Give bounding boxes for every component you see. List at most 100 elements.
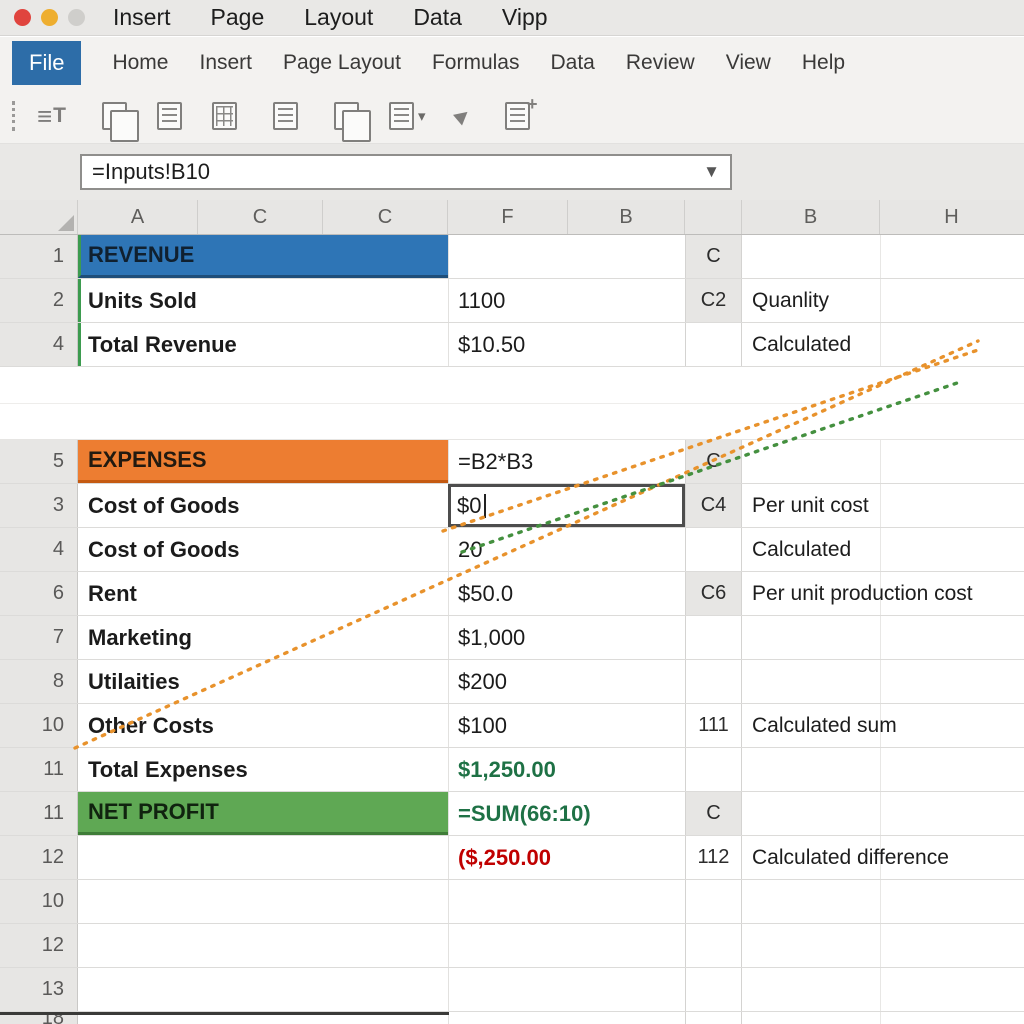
tab-view[interactable]: View (726, 51, 771, 75)
cell-value[interactable] (448, 924, 685, 967)
chevron-down-icon[interactable]: ▾ (418, 107, 426, 125)
column-header-f[interactable]: F (448, 200, 568, 234)
cell-value[interactable]: =B2*B3 (448, 440, 685, 483)
cell-h[interactable] (880, 440, 1024, 483)
columns-icon[interactable] (334, 102, 359, 130)
cell-note[interactable] (742, 792, 880, 835)
sort-text-icon[interactable]: ≡T (37, 103, 66, 129)
cell-net-profit-header[interactable]: NET PROFIT (78, 792, 448, 835)
menu-insert[interactable]: Insert (113, 4, 171, 31)
row-header[interactable]: 4 (0, 528, 78, 571)
cell-note[interactable] (742, 748, 880, 791)
cell-value[interactable]: 1100 (448, 279, 685, 322)
cell-value[interactable]: $10.50 (448, 323, 685, 366)
cell-code[interactable]: C2 (685, 279, 742, 322)
cell-label[interactable]: Marketing (78, 616, 448, 659)
row-header[interactable]: 13 (0, 968, 78, 1011)
column-header-c2[interactable]: C (323, 200, 448, 234)
row-header[interactable]: 1 (0, 235, 78, 278)
cell-note[interactable]: Calculated sum (742, 704, 880, 747)
cell-value[interactable] (448, 235, 685, 278)
select-all-corner[interactable] (0, 200, 78, 234)
cell-label[interactable]: Units Sold (78, 279, 448, 322)
pointer-icon[interactable] (453, 106, 472, 125)
cell-h[interactable] (880, 235, 1024, 278)
menu-layout[interactable]: Layout (304, 4, 373, 31)
cell-note[interactable]: Calculated (742, 323, 880, 366)
cell-label[interactable] (78, 924, 448, 967)
cell-label[interactable]: Other Costs (78, 704, 448, 747)
close-window-button[interactable] (14, 9, 31, 26)
tab-review[interactable]: Review (626, 51, 695, 75)
row-header[interactable]: 5 (0, 440, 78, 483)
copy-icon[interactable] (157, 102, 182, 130)
column-header-a[interactable]: A (78, 200, 198, 234)
formula-dropdown-icon[interactable]: ▼ (703, 162, 720, 182)
cell-h[interactable] (880, 484, 1024, 527)
cell-code[interactable] (685, 880, 742, 923)
column-header-b1[interactable]: B (568, 200, 685, 234)
menu-data[interactable]: Data (413, 4, 462, 31)
cell-code[interactable]: C (685, 235, 742, 278)
cell-code[interactable] (685, 968, 742, 1011)
cell-h[interactable] (880, 924, 1024, 967)
cell-note[interactable]: Per unit production cost (742, 572, 880, 615)
cell-note[interactable] (742, 440, 880, 483)
row-header[interactable]: 2 (0, 279, 78, 322)
cell-code[interactable] (685, 528, 742, 571)
cell-value[interactable]: =SUM(66:10) (448, 792, 685, 835)
cell-h[interactable] (880, 660, 1024, 703)
cell-h[interactable] (880, 748, 1024, 791)
cell-h[interactable] (880, 1012, 1024, 1024)
cell-h[interactable] (880, 323, 1024, 366)
cell-note[interactable] (742, 235, 880, 278)
column-header-h[interactable]: H (880, 200, 1023, 234)
cell-value[interactable]: $100 (448, 704, 685, 747)
cell-value[interactable]: ($,250.00 (448, 836, 685, 879)
cell-code[interactable]: C6 (685, 572, 742, 615)
row-header[interactable]: 11 (0, 792, 78, 835)
cell-note[interactable]: Quanlity (742, 279, 880, 322)
cell-note[interactable] (742, 924, 880, 967)
tab-file[interactable]: File (12, 41, 81, 85)
cell-label[interactable]: Total Revenue (78, 323, 448, 366)
cell-value[interactable]: $50.0 (448, 572, 685, 615)
row-header[interactable]: 11 (0, 748, 78, 791)
row-header[interactable]: 10 (0, 880, 78, 923)
cell-note[interactable]: Per unit cost (742, 484, 880, 527)
cell-h[interactable] (880, 880, 1024, 923)
toolbar-drag-handle[interactable] (12, 101, 15, 131)
cell-value[interactable]: $200 (448, 660, 685, 703)
tab-home[interactable]: Home (112, 51, 168, 75)
cell-label[interactable]: Total Expenses (78, 748, 448, 791)
cell-note[interactable]: Calculated difference (742, 836, 880, 879)
cell-code[interactable]: C (685, 792, 742, 835)
cell-code[interactable]: C (685, 440, 742, 483)
tab-insert[interactable]: Insert (199, 51, 252, 75)
cell-value[interactable] (448, 880, 685, 923)
tab-formulas[interactable]: Formulas (432, 51, 520, 75)
cell-note[interactable] (742, 968, 880, 1011)
zoom-window-button[interactable] (68, 9, 85, 26)
row-header[interactable]: 12 (0, 836, 78, 879)
tab-data[interactable]: Data (550, 51, 594, 75)
cell-code[interactable] (685, 660, 742, 703)
column-header-c1[interactable]: C (198, 200, 323, 234)
column-header-b2[interactable]: B (742, 200, 880, 234)
menu-page[interactable]: Page (211, 4, 265, 31)
cell-code[interactable] (685, 1012, 742, 1024)
cell-code[interactable]: 111 (685, 704, 742, 747)
cell-value[interactable] (448, 1012, 685, 1024)
cell-label[interactable] (78, 880, 448, 923)
cell-value[interactable]: $1,000 (448, 616, 685, 659)
cell-label[interactable]: Rent (78, 572, 448, 615)
selected-cell[interactable]: $0 (448, 484, 685, 527)
cell-label[interactable] (78, 968, 448, 1011)
column-header-narrow[interactable] (685, 200, 742, 234)
cell-label[interactable]: Utilaities (78, 660, 448, 703)
row-header[interactable]: 8 (0, 660, 78, 703)
cell-h[interactable] (880, 792, 1024, 835)
cell-h[interactable] (880, 528, 1024, 571)
cell-h[interactable] (880, 704, 1024, 747)
table-icon[interactable] (212, 102, 237, 130)
